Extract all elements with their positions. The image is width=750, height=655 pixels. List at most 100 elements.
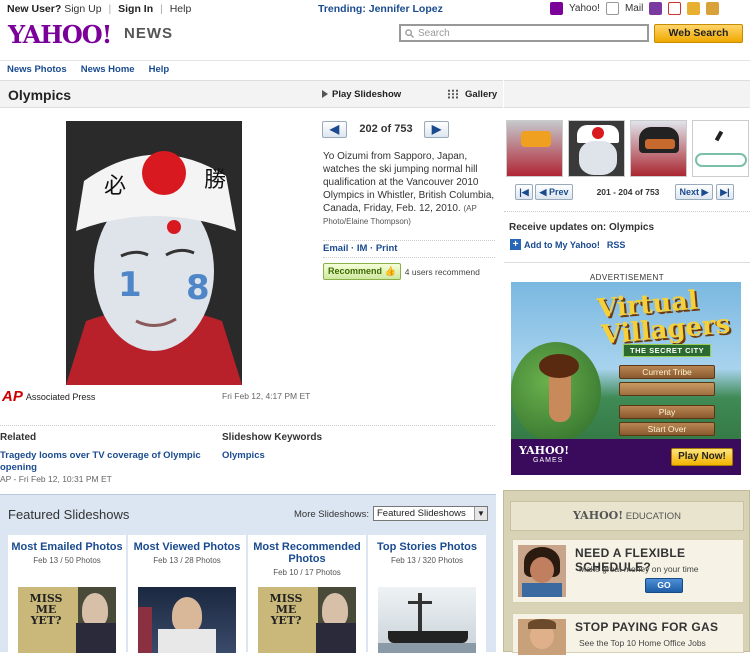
recommend-label: Recommend	[328, 266, 383, 276]
chevron-left-icon: ◀	[329, 122, 340, 136]
thumbs-up-icon: 👍	[384, 266, 396, 276]
mail-icon	[605, 2, 619, 15]
education-section-label: EDUCATION	[625, 511, 681, 522]
recommend-button[interactable]: Recommend 👍	[323, 263, 401, 280]
sign-in-link[interactable]: Sign In	[118, 3, 153, 15]
virtual-villagers-ad[interactable]: Virtual Villagers THE SECRET CITY Curren…	[511, 282, 741, 475]
associated-press-logo: AP Associated Press	[2, 388, 95, 405]
featured-thumbnail[interactable]	[378, 587, 476, 653]
featured-thumbnail[interactable]: MISS ME YET?	[258, 587, 356, 653]
sidebar-thumbnail[interactable]	[692, 120, 749, 177]
nav-help[interactable]: Help	[149, 64, 170, 75]
next-page-button[interactable]: Next ▶	[675, 184, 713, 200]
promo-title[interactable]: STOP PAYING FOR GAS	[575, 620, 718, 634]
photo-date: Fri Feb 12, 4:17 PM ET	[222, 391, 311, 401]
help-link[interactable]: Help	[170, 3, 192, 15]
gallery-label: Gallery	[465, 89, 498, 100]
main-photo[interactable]: 必 勝 1 8	[66, 121, 242, 385]
mail-link[interactable]: Mail	[625, 3, 643, 14]
featured-title: Featured Slideshows	[8, 507, 130, 522]
bookmark-icon[interactable]	[706, 2, 720, 15]
news-logo-text[interactable]: NEWS	[124, 25, 173, 42]
next-label: Next	[679, 187, 700, 197]
receive-updates-label: Receive updates on: Olympics	[504, 211, 750, 233]
sidebar-thumbnail[interactable]	[568, 120, 625, 177]
education-promo-card[interactable]: STOP PAYING FOR GAS See the Top 10 Home …	[512, 613, 744, 655]
ad-games-label: GAMES	[533, 457, 564, 464]
thumbnail-text: MISS ME YET?	[29, 592, 63, 627]
featured-card-title[interactable]: Most Recommended Photos	[248, 535, 366, 565]
nav-news-home[interactable]: News Home	[81, 64, 135, 75]
featured-card-title[interactable]: Most Emailed Photos	[8, 535, 126, 553]
new-user-label: New User?	[7, 3, 62, 15]
gallery-button[interactable]: Gallery	[447, 89, 497, 100]
previous-photo-button[interactable]: ◀	[322, 121, 347, 138]
featured-thumbnail[interactable]: MISS ME YET?	[18, 587, 116, 653]
more-slideshows-value: Featured Slideshows	[377, 508, 466, 519]
go-button[interactable]: GO	[645, 578, 683, 593]
skip-forward-icon: ▶|	[720, 187, 730, 197]
ap-icon: AP	[2, 388, 23, 405]
chevron-right-icon: ▶	[701, 187, 709, 197]
add-to-my-yahoo-row: + Add to My Yahoo! RSS	[510, 239, 625, 250]
prev-label: Prev	[548, 187, 569, 197]
notepad-icon[interactable]	[687, 2, 701, 15]
featured-card-meta: Feb 13 / 50 Photos	[33, 556, 101, 565]
im-link[interactable]: IM	[357, 243, 368, 254]
chevron-down-icon: ▼	[474, 507, 487, 520]
ad-yahoo-logo: YAHOO!	[519, 444, 570, 457]
featured-card[interactable]: Top Stories Photos Feb 13 / 320 Photos	[368, 535, 486, 653]
sidebar-thumbnail[interactable]	[630, 120, 687, 177]
featured-card-title[interactable]: Top Stories Photos	[368, 535, 486, 553]
more-slideshows-label: More Slideshows:	[294, 509, 369, 520]
rss-link[interactable]: RSS	[607, 240, 626, 250]
featured-card-meta: Feb 13 / 28 Photos	[153, 556, 221, 565]
sidebar-title-bar	[504, 80, 750, 108]
fan-face-image: 必 勝 1 8	[66, 121, 242, 385]
ad-menu-start-over[interactable]: Start Over	[619, 422, 715, 436]
section-nav: News Photos News Home Help	[0, 60, 750, 76]
sign-up-link[interactable]: Sign Up	[64, 3, 101, 15]
calendar-icon[interactable]	[668, 2, 682, 15]
keyword-link[interactable]: Olympics	[222, 450, 265, 461]
ad-menu-play[interactable]: Play	[619, 405, 715, 419]
promo-photo	[518, 619, 566, 655]
trending-link[interactable]: Trending: Jennifer Lopez	[318, 3, 443, 15]
yahoo-home-link[interactable]: Yahoo!	[569, 3, 600, 14]
featured-card[interactable]: Most Emailed Photos Feb 13 / 50 Photos M…	[8, 535, 126, 653]
featured-thumbnail[interactable]	[138, 587, 236, 653]
prev-page-button[interactable]: ◀ Prev	[535, 184, 573, 200]
featured-card[interactable]: Most Recommended Photos Feb 10 / 17 Phot…	[248, 535, 366, 653]
yahoo-education-module: YAHOO! EDUCATION NEED A FLEXIBLE SCHEDUL…	[503, 490, 750, 655]
yahoo-logo[interactable]: YAHOO!	[8, 20, 112, 49]
search-input[interactable]: Search	[399, 24, 649, 42]
featured-card-meta: Feb 13 / 320 Photos	[390, 556, 464, 565]
web-search-button[interactable]: Web Search	[654, 24, 743, 43]
chevron-left-icon: ◀	[539, 187, 547, 197]
messenger-icon[interactable]	[649, 2, 663, 15]
email-link[interactable]: Email	[323, 243, 348, 254]
ad-footer: YAHOO! GAMES Play Now!	[511, 439, 741, 475]
slideshow-title-bar: Olympics Play Slideshow Gallery	[0, 80, 503, 108]
featured-card-meta: Feb 10 / 17 Photos	[273, 568, 341, 577]
last-page-button[interactable]: ▶|	[716, 184, 734, 200]
add-to-my-yahoo-link[interactable]: Add to My Yahoo!	[524, 240, 600, 250]
search-icon	[405, 28, 414, 38]
related-story-link[interactable]: Tragedy looms over TV coverage of Olympi…	[0, 450, 205, 474]
more-slideshows-select[interactable]: Featured Slideshows ▼	[373, 506, 488, 521]
sidebar-thumbnail[interactable]	[506, 120, 563, 177]
ad-subtitle: THE SECRET CITY	[623, 344, 712, 357]
ad-menu-current-tribe[interactable]: Current Tribe	[619, 365, 715, 379]
featured-card-title[interactable]: Most Viewed Photos	[128, 535, 246, 553]
education-promo-card[interactable]: NEED A FLEXIBLE SCHEDULE? Make great mon…	[512, 539, 744, 603]
play-slideshow-button[interactable]: Play Slideshow	[322, 89, 401, 100]
featured-card[interactable]: Most Viewed Photos Feb 13 / 28 Photos	[128, 535, 246, 653]
promo-photo	[518, 545, 566, 597]
play-now-button[interactable]: Play Now!	[671, 448, 733, 466]
svg-text:8: 8	[186, 268, 210, 308]
next-photo-button[interactable]: ▶	[424, 121, 449, 138]
print-link[interactable]: Print	[376, 243, 398, 254]
recommend-count: 4 users recommend	[404, 266, 480, 277]
nav-news-photos[interactable]: News Photos	[7, 64, 67, 75]
first-page-button[interactable]: |◀	[515, 184, 533, 200]
